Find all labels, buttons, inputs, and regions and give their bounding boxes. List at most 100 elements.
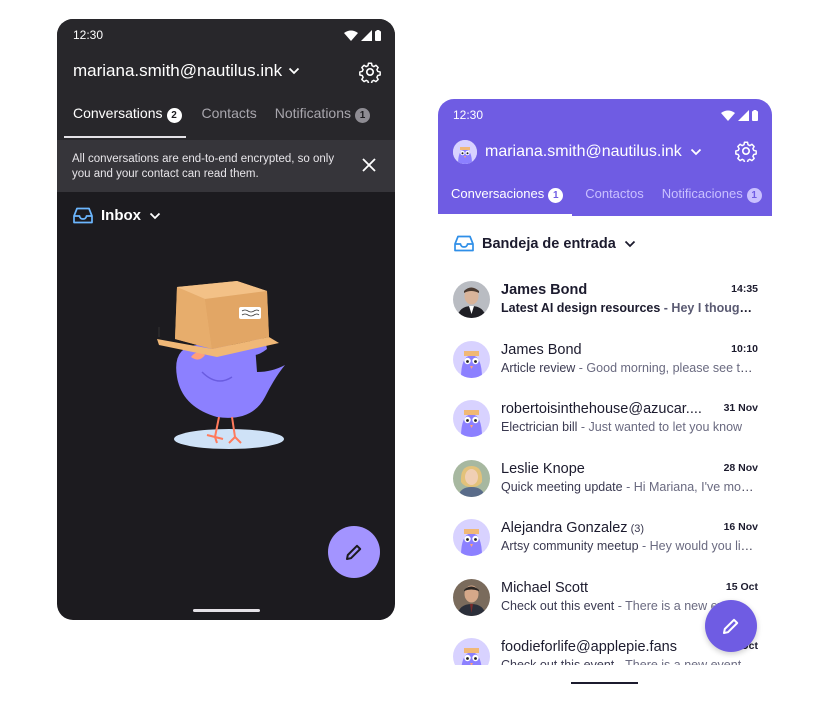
subject: Check out this event <box>501 658 615 665</box>
chevron-down-icon <box>149 212 161 219</box>
account-switcher[interactable]: mariana.smith@nautilus.ink <box>73 61 300 81</box>
thread-count: (3) <box>627 523 645 535</box>
home-indicator <box>571 682 638 684</box>
tab-notificaciones[interactable]: Notificaciones 1 <box>654 186 770 216</box>
sender-name: James Bond <box>501 341 582 358</box>
battery-icon <box>752 109 758 121</box>
tab-notifications[interactable]: Notifications 1 <box>267 105 378 139</box>
account-email: mariana.smith@nautilus.ink <box>73 61 283 80</box>
folder-selector[interactable]: Inbox <box>73 207 161 224</box>
sender-name: Alejandra Gonzalez (3) <box>501 520 645 536</box>
tab-label: Notificaciones <box>661 186 743 201</box>
dark-phone-screen: 12:30 mariana.smith@nautilus.ink Convers… <box>57 19 395 620</box>
tab-label: Contacts <box>201 105 257 121</box>
preview: - Hi Mariana, I've moved the meeting <box>626 479 758 494</box>
compose-button[interactable] <box>705 600 757 652</box>
tab-conversaciones[interactable]: Conversaciones 1 <box>443 186 571 216</box>
message-snippet: Artsy community meetup - Hey would you l… <box>501 539 758 553</box>
tab-label: Contactos <box>585 186 644 201</box>
status-bar: 12:30 <box>453 107 758 123</box>
subject: Quick meeting update <box>501 479 623 494</box>
chevron-down-icon <box>624 240 635 247</box>
preview: - Good morning, please see the attached … <box>578 360 758 375</box>
notification-badge: 1 <box>746 188 762 203</box>
sender-name: James Bond <box>501 282 588 298</box>
account-switcher[interactable]: mariana.smith@nautilus.ink <box>453 140 702 164</box>
sender-name: Michael Scott <box>501 579 589 596</box>
gear-icon[interactable] <box>735 140 757 162</box>
wifi-icon <box>721 110 735 121</box>
status-bar: 12:30 <box>73 27 381 43</box>
tab-conversations[interactable]: Conversations 2 <box>65 105 190 139</box>
inbox-icon <box>454 235 474 252</box>
subject: Artsy community meetup <box>501 539 639 553</box>
tab-contactos[interactable]: Contactos <box>577 186 652 216</box>
signal-icon <box>361 29 372 41</box>
sender-name: robertoisinthehouse@azucar.... <box>501 401 702 417</box>
preview: - There is a new event <box>614 658 742 665</box>
subject: Latest AI design resources <box>501 301 661 315</box>
gear-icon[interactable] <box>359 61 381 83</box>
tab-label: Notifications <box>274 105 352 121</box>
unread-badge: 1 <box>548 188 564 203</box>
sender-name: Leslie Knope <box>501 460 585 477</box>
preview: - Just wanted to let you know <box>577 420 743 434</box>
avatar <box>453 140 477 164</box>
avatar <box>453 519 490 556</box>
avatar <box>453 638 490 665</box>
timestamp: 16 Nov <box>723 521 758 533</box>
compose-button[interactable] <box>328 526 380 578</box>
folder-label: Bandeja de entrada <box>482 235 616 252</box>
avatar <box>453 459 490 497</box>
bird-avatar-icon <box>453 140 477 164</box>
notification-badge: 1 <box>355 108 371 123</box>
close-icon[interactable] <box>361 157 377 173</box>
folder-selector[interactable]: Bandeja de entrada <box>454 235 636 252</box>
timestamp: 10:10 <box>731 342 758 355</box>
conversation-row[interactable]: robertoisinthehouse@azucar.... 31 Nov Elec… <box>438 388 772 447</box>
wifi-icon <box>344 30 358 41</box>
conversation-row[interactable]: James Bond 10:10 Article review - Good mor… <box>438 329 772 388</box>
unread-badge: 2 <box>166 108 182 123</box>
home-indicator <box>193 609 260 612</box>
status-time: 12:30 <box>73 28 104 42</box>
timestamp: 31 Nov <box>723 402 758 414</box>
tab-label: Conversations <box>73 105 163 121</box>
banner-text: All conversations are end-to-end encrypt… <box>72 153 335 180</box>
chevron-down-icon <box>288 67 300 75</box>
signal-icon <box>738 109 749 121</box>
subject: Check out this event <box>501 598 615 613</box>
encryption-banner: All conversations are end-to-end encrypt… <box>57 140 395 192</box>
tab-contacts[interactable]: Contacts <box>194 105 265 139</box>
tab-bar: Conversaciones 1 Contactos Notificacione… <box>443 186 772 216</box>
chevron-down-icon <box>690 148 701 156</box>
conversation-row[interactable]: Leslie Knope 28 Nov Quick meeting update -… <box>438 448 772 507</box>
subject: Electrician bill <box>501 420 578 434</box>
inbox-icon <box>73 207 93 224</box>
light-phone-screen: 12:30 mariana.smith@nautilus.ink Convers… <box>438 99 772 665</box>
message-snippet: Article review - Good morning, please se… <box>501 361 758 375</box>
conversation-row[interactable]: Alejandra Gonzalez (3) 16 Nov Artsy commun… <box>438 507 772 566</box>
light-header: 12:30 mariana.smith@nautilus.ink Convers… <box>438 99 772 216</box>
account-email: mariana.smith@nautilus.ink <box>485 143 682 160</box>
message-snippet: Latest AI design resources - Hey I thoug… <box>501 301 758 315</box>
sender-name: foodieforlife@applepie.fans <box>501 639 677 655</box>
avatar <box>453 340 490 378</box>
active-tab-indicator <box>438 214 572 216</box>
folder-label: Inbox <box>101 207 141 224</box>
pencil-icon <box>346 544 362 560</box>
preview: - Hey would you like to join <box>642 539 758 553</box>
preview: - Hey I thought you might find these res… <box>663 301 758 315</box>
battery-icon <box>375 29 381 41</box>
message-snippet: Check out this event - There is a new ev… <box>501 658 758 665</box>
avatar <box>453 281 490 318</box>
active-tab-indicator <box>64 136 186 138</box>
tab-label: Conversaciones <box>451 186 545 201</box>
empty-inbox-illustration <box>157 281 285 449</box>
pencil-icon <box>723 618 739 634</box>
status-time: 12:30 <box>453 108 484 122</box>
tab-bar: Conversations 2 Contacts Notifications 1 <box>57 105 395 139</box>
conversation-row[interactable]: James Bond 14:35 Latest AI design resource… <box>438 269 772 328</box>
timestamp: 28 Nov <box>723 461 758 474</box>
avatar <box>453 578 490 616</box>
